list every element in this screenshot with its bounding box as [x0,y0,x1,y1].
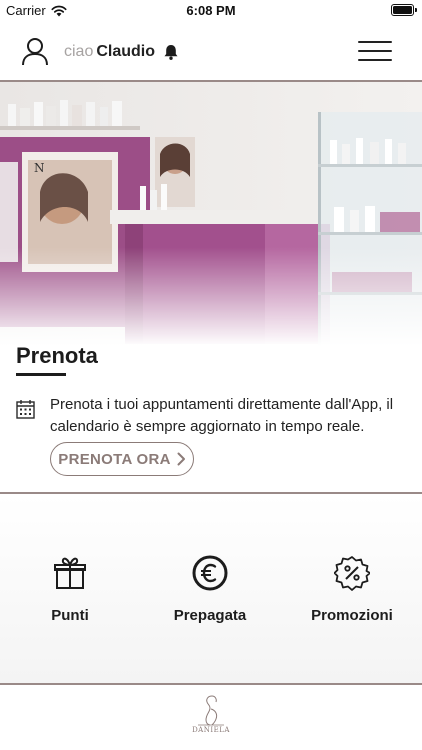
footer: DANIELA [0,686,422,750]
greeting-prefix: ciao [64,43,94,60]
discount-badge-icon [334,556,370,591]
top-nav: ciao Claudio [0,22,422,80]
section-title: Prenota [16,343,98,368]
feature-label: Punti [51,607,89,624]
euro-icon [192,555,228,591]
logo-text: DANIELA [192,726,230,734]
menu-icon-bar [358,50,392,52]
feature-prepaid[interactable]: Prepagata [140,555,280,635]
status-time: 6:08 PM [186,3,236,18]
menu-button[interactable] [358,39,392,63]
gift-icon [54,557,86,589]
feature-promotions[interactable]: Promozioni [282,555,422,635]
menu-icon-bar [358,41,392,43]
feature-points[interactable]: Punti [0,555,140,635]
feature-label: Prepagata [173,607,247,624]
estetica-daniela-logo: DANIELA [188,692,234,742]
user-icon[interactable] [20,36,50,66]
user-name: Claudio [96,43,156,60]
menu-icon-bar [358,59,392,61]
hero-image: N [0,80,422,380]
book-now-button[interactable]: PRENOTA ORA [50,442,194,476]
footer-divider [0,683,422,685]
chevron-right-icon [177,452,185,466]
salon-photo: N [0,82,422,380]
book-now-label: PRENOTA ORA [58,450,171,468]
section-divider [0,492,422,494]
battery-icon [391,4,417,16]
logo-figure-icon [198,695,224,726]
feature-label: Promozioni [311,607,393,624]
status-bar: Carrier 6:08 PM [0,0,422,22]
calendar-icon [16,400,35,419]
booking-description: Prenota i tuoi appuntamenti direttamente… [50,396,394,435]
title-underline [16,373,66,376]
bell-icon[interactable] [162,43,180,61]
greeting: ciao Claudio [64,43,155,61]
